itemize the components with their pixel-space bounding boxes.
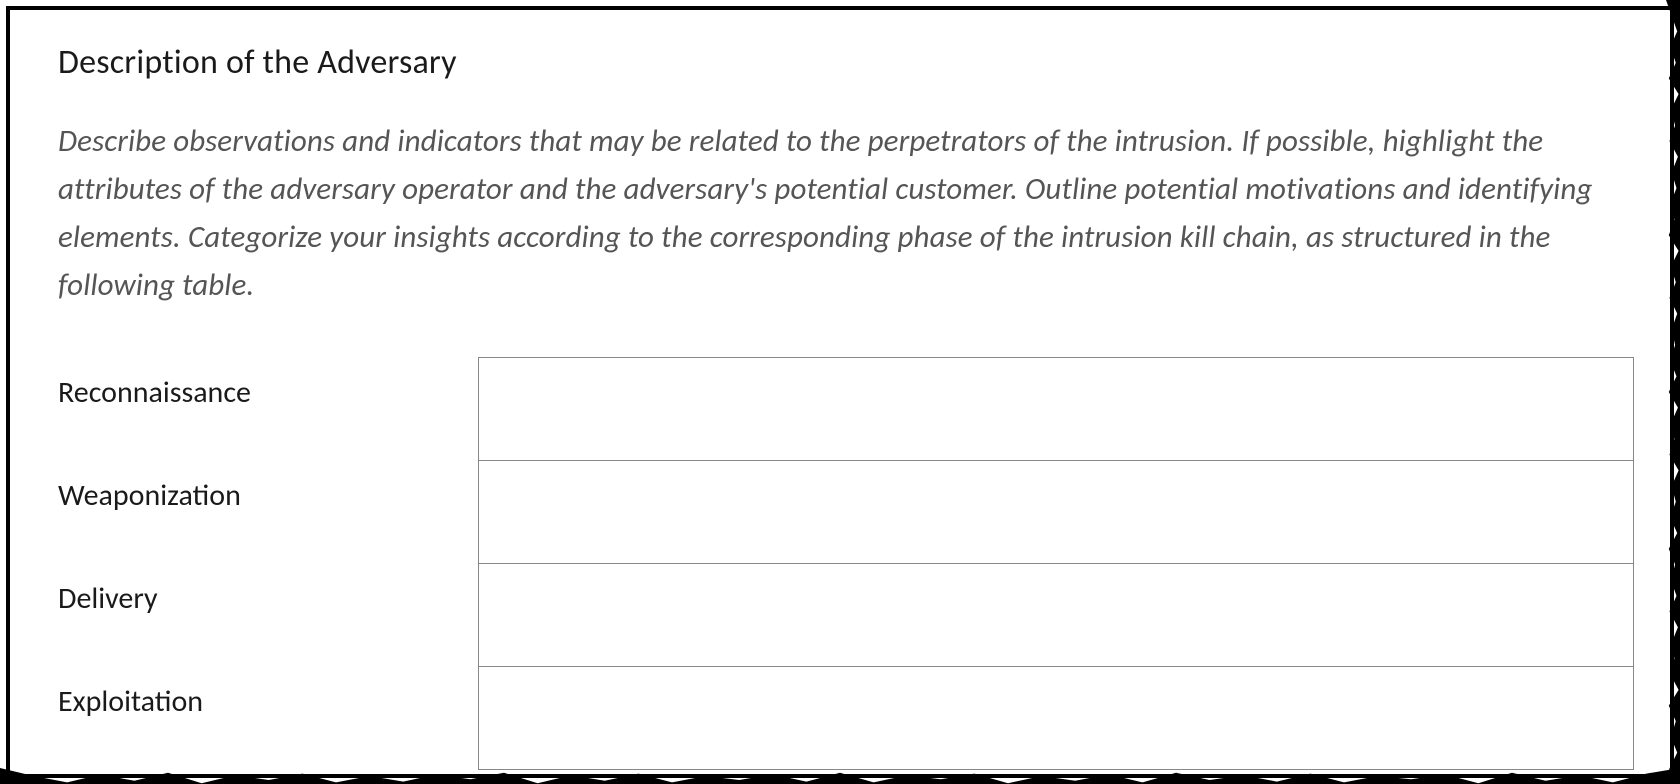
phase-input-reconnaissance[interactable] <box>478 358 1634 461</box>
phase-label-weaponization: Weaponization <box>58 461 478 564</box>
table-row: Delivery <box>58 564 1634 667</box>
phase-label-delivery: Delivery <box>58 564 478 667</box>
kill-chain-table: Reconnaissance Weaponization Delivery Ex… <box>58 357 1634 770</box>
phase-label-reconnaissance: Reconnaissance <box>58 358 478 461</box>
phase-input-weaponization[interactable] <box>478 461 1634 564</box>
document-page: Description of the Adversary Describe ob… <box>6 6 1674 778</box>
section-title: Description of the Adversary <box>58 42 1634 83</box>
table-row: Reconnaissance <box>58 358 1634 461</box>
section-description: Describe observations and indicators tha… <box>58 117 1634 309</box>
table-row: Exploitation <box>58 667 1634 770</box>
table-row: Weaponization <box>58 461 1634 564</box>
phase-input-delivery[interactable] <box>478 564 1634 667</box>
phase-label-exploitation: Exploitation <box>58 667 478 770</box>
phase-input-exploitation[interactable] <box>478 667 1634 770</box>
